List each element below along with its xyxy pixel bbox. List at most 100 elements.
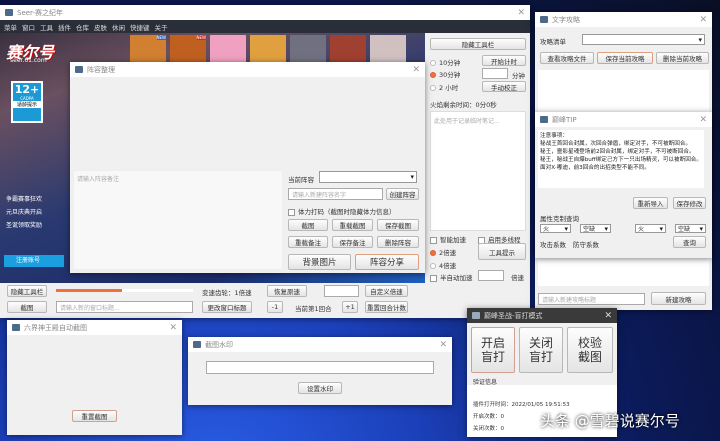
close-icon[interactable]: ✕ <box>604 311 612 321</box>
lineup-window: 阵容整理 ✕ 请输入阵容备注 当前阵容 请输入新建阵容名字 创建阵容 体力打码（截… <box>70 62 425 273</box>
share-lineup-button[interactable]: 阵容分享 <box>355 254 419 270</box>
type-select[interactable]: 火 <box>635 224 666 233</box>
radio-2h[interactable]: 2 小时 <box>430 82 458 92</box>
tip-window: 巅峰TIP ✕ 注意事项： 秘战王首回合封属，次回合弹盾，绑定对手，不可被断回合。秘… <box>535 112 712 258</box>
create-lineup-button[interactable]: 创建阵容 <box>386 188 419 200</box>
menu-item[interactable]: 休闲 <box>112 22 125 32</box>
screenshot-button[interactable]: 截图 <box>288 219 328 231</box>
lineup-name-input[interactable]: 请输入新建阵容名字 <box>288 188 383 200</box>
round-plus-button[interactable]: +1 <box>342 301 358 313</box>
type-select[interactable]: 空缺 <box>675 224 706 233</box>
speed-multiplier-input[interactable] <box>478 270 504 281</box>
radio-10min[interactable]: 10分钟 <box>430 57 460 67</box>
close-icon[interactable]: ✕ <box>439 340 447 350</box>
open-time-label: 插件打开时间：2022/01/05 19:51:53 <box>473 402 570 408</box>
menu-item[interactable]: 快捷键 <box>130 22 150 32</box>
app-icon <box>12 324 20 331</box>
auto-screenshot-window: 六界神王殿自动截图 ✕ 重置截图 <box>7 320 182 435</box>
menu-item[interactable]: 工具 <box>40 22 53 32</box>
start-timer-button[interactable]: 开始计时 <box>482 55 526 66</box>
window-title: Seer-赛之纪年 <box>17 8 64 17</box>
menu-item[interactable]: 插件 <box>58 22 71 32</box>
save-screenshot-button[interactable]: 保存截图 <box>377 219 419 231</box>
menu-item[interactable]: 窗口 <box>22 22 35 32</box>
game-icon[interactable]: NEW <box>130 35 166 63</box>
promo-item[interactable]: 争霸赛事狂欢 <box>6 193 42 206</box>
change-title-button[interactable]: 更改窗口标题 <box>202 301 252 313</box>
hide-toolbar-bottom-button[interactable]: 隐藏工具栏 <box>7 285 47 297</box>
delete-lineup-button[interactable]: 删除阵容 <box>377 236 419 248</box>
semi-auto-checkbox[interactable]: 半自动加速 <box>430 272 473 282</box>
manual-fix-button[interactable]: 手动校正 <box>482 81 526 92</box>
save-changes-button[interactable]: 保存修改 <box>673 197 706 209</box>
game-icon[interactable] <box>370 35 406 63</box>
window-title: 阵容整理 <box>87 65 115 74</box>
promo-item[interactable]: 圣诞领取奖励 <box>6 219 42 232</box>
menu-item[interactable]: 仓库 <box>76 22 89 32</box>
set-watermark-button[interactable]: 设置水印 <box>298 382 342 394</box>
close-icon[interactable]: ✕ <box>699 15 707 25</box>
type-select[interactable]: 火 <box>540 224 571 233</box>
game-url: seer.61.com <box>10 57 47 64</box>
new-strategy-input[interactable]: 请输入新建攻略标题 <box>538 293 645 305</box>
game-icon[interactable] <box>330 35 366 63</box>
window-title-input[interactable]: 请输入新的窗口标题... <box>56 301 193 313</box>
note-textarea[interactable]: 此处用于记录临时笔记... <box>430 111 526 231</box>
window-title: 巅峰TIP <box>552 115 577 124</box>
attack-coef-label: 攻击系数 <box>540 241 566 249</box>
app-icon <box>75 66 83 73</box>
menu-item[interactable]: 菜单 <box>4 22 17 32</box>
menu-item[interactable]: 皮肤 <box>94 22 107 32</box>
radio-30min[interactable]: 30分钟 <box>430 69 460 79</box>
window-title: 六界神王殿自动截图 <box>24 323 87 332</box>
smart-speed-checkbox[interactable]: 智能加速 <box>430 234 466 244</box>
speed2-radio[interactable]: 2倍速 <box>430 247 456 257</box>
disable-blind-button[interactable]: 关闭 盲打 <box>519 327 563 373</box>
strategy-list-select[interactable] <box>582 34 705 45</box>
speed-gear-label: 变速齿轮：1倍速 <box>202 289 252 297</box>
reimport-button[interactable]: 重新导入 <box>633 197 668 209</box>
close-icon[interactable]: ✕ <box>699 115 707 125</box>
restore-speed-button[interactable]: 恢复原速 <box>267 285 307 297</box>
game-icon[interactable] <box>290 35 326 63</box>
close-icon[interactable]: ✕ <box>517 8 525 18</box>
current-lineup-select[interactable] <box>319 171 417 183</box>
delete-strategy-button[interactable]: 删除当前攻略 <box>656 52 709 64</box>
speed-progress-bar[interactable] <box>56 289 193 292</box>
save-note-button[interactable]: 保存备注 <box>332 236 373 248</box>
save-strategy-button[interactable]: 保存当前攻略 <box>597 52 653 64</box>
view-strategy-file-button[interactable]: 查看攻略文件 <box>540 52 594 64</box>
reset-round-button[interactable]: 重置回合计数 <box>365 301 408 313</box>
reload-screenshot-button[interactable]: 重载截图 <box>332 219 373 231</box>
tip-textarea[interactable]: 注意事项： 秘战王首回合封属，次回合弹盾，绑定对手，不可被断回合。 秘王，噩影星魂登… <box>538 130 704 188</box>
app-icon <box>472 312 480 319</box>
game-icon[interactable] <box>250 35 286 63</box>
menu-item[interactable]: 关于 <box>155 22 168 32</box>
screenshot-button[interactable]: 截图 <box>7 301 47 313</box>
tool-tip-button[interactable]: 工具提示 <box>478 243 526 260</box>
round-minus-button[interactable]: -1 <box>267 301 283 313</box>
hide-toolbar-button[interactable]: 隐藏工具栏 <box>430 38 526 50</box>
type-select[interactable]: 空缺 <box>580 224 611 233</box>
game-icons: NEW NEW <box>130 35 406 63</box>
close-icon[interactable]: ✕ <box>169 323 177 333</box>
speed4-radio[interactable]: 4倍速 <box>430 260 456 270</box>
register-button[interactable]: 注册账号 <box>4 255 64 267</box>
reload-note-button[interactable]: 重载备注 <box>288 236 328 248</box>
query-button[interactable]: 查询 <box>673 236 706 248</box>
enable-blind-button[interactable]: 开启 盲打 <box>471 327 515 373</box>
custom-speed-button[interactable]: 自定义倍速 <box>365 285 408 297</box>
reset-screenshot-button[interactable]: 重置截图 <box>72 410 117 422</box>
background-image-button[interactable]: 背景图片 <box>288 254 351 270</box>
watermark-input[interactable] <box>206 361 434 374</box>
verify-screenshot-button[interactable]: 校验 截图 <box>567 327 613 373</box>
stamina-mask-checkbox[interactable]: 体力打码（截图时隐藏体力信息） <box>288 206 396 216</box>
custom-speed-input[interactable] <box>324 285 359 297</box>
game-icon[interactable] <box>210 35 246 63</box>
game-icon[interactable]: NEW <box>170 35 206 63</box>
promo-item[interactable]: 元旦庆典开启 <box>6 206 42 219</box>
close-icon[interactable]: ✕ <box>412 65 420 75</box>
new-strategy-button[interactable]: 新建攻略 <box>651 292 706 305</box>
minutes-input[interactable] <box>482 68 508 79</box>
lineup-note-textarea[interactable]: 请输入阵容备注 <box>73 170 283 270</box>
